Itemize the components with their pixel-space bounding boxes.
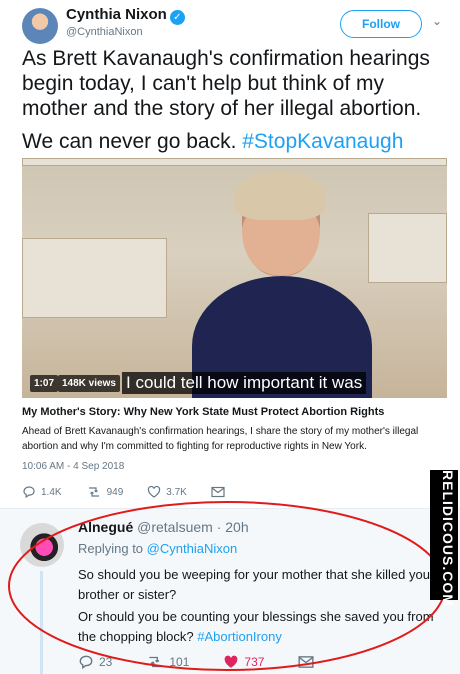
shelf xyxy=(22,158,447,166)
reply-time[interactable]: · 20h xyxy=(217,519,249,535)
avatar[interactable] xyxy=(22,8,58,44)
reply-author-name[interactable]: Alnegué xyxy=(78,519,133,535)
reply-like-count: 737 xyxy=(244,655,265,669)
author-name[interactable]: Cynthia Nixon ✓ xyxy=(66,6,185,25)
reply-actions: 23 101 737 xyxy=(78,652,348,672)
speaker-hair xyxy=(234,172,326,220)
reply-author[interactable]: Alnegué @retalsuem · 20h xyxy=(78,519,249,535)
video-player[interactable]: 1:07 148K views I could tell how importa… xyxy=(22,158,447,398)
reply-reply-button[interactable]: 23 xyxy=(78,654,112,670)
reply-text-line: So should you be weeping for your mother… xyxy=(78,567,435,602)
author-handle[interactable]: @CynthiaNixon xyxy=(66,26,143,38)
tweet-text-prefix: We can never go back. xyxy=(22,130,237,153)
tweet-actions: 1.4K 949 3.7K xyxy=(22,482,249,502)
video-time: 1:07 xyxy=(30,375,59,392)
video-views: 148K views xyxy=(58,375,120,392)
follow-button[interactable]: Follow xyxy=(340,10,422,38)
reply-reply-count: 23 xyxy=(99,655,113,669)
reply-tweet[interactable]: Alnegué @retalsuem · 20h Replying to @Cy… xyxy=(0,509,460,674)
verified-icon: ✓ xyxy=(169,10,185,25)
retweet-icon xyxy=(86,485,102,499)
message-icon xyxy=(211,486,225,498)
hashtag-link[interactable]: #StopKavanaugh xyxy=(242,130,403,153)
message-icon xyxy=(298,655,314,669)
reply-text: So should you be weeping for your mother… xyxy=(78,565,448,647)
retweet-count: 949 xyxy=(106,486,124,498)
author-name-text[interactable]: Cynthia Nixon xyxy=(66,6,167,23)
replying-prefix: Replying to xyxy=(78,541,144,556)
timestamp[interactable]: 10:06 AM - 4 Sep 2018 xyxy=(22,461,124,472)
reply-icon xyxy=(78,654,94,670)
reply-like-button[interactable]: 737 xyxy=(223,654,264,670)
reply-retweet-count: 101 xyxy=(169,655,190,669)
tweet-text: As Brett Kavanaugh's confirmation hearin… xyxy=(22,46,454,154)
retweet-icon xyxy=(146,654,164,670)
shelf xyxy=(368,213,447,283)
speaker xyxy=(192,172,372,398)
retweet-button[interactable]: 949 xyxy=(86,485,124,499)
reply-avatar[interactable] xyxy=(20,523,64,567)
reply-retweet-button[interactable]: 101 xyxy=(146,654,189,670)
watermark: RELIDICOUS.COM xyxy=(430,470,458,607)
thread-line xyxy=(40,571,43,674)
shelf xyxy=(22,238,167,318)
reply-icon xyxy=(22,485,36,499)
direct-message-button[interactable] xyxy=(211,486,225,498)
card-description: Ahead of Brett Kavanaugh's confirmation … xyxy=(22,426,419,452)
tweet-text-line: We can never go back. #StopKavanaugh xyxy=(22,129,454,154)
like-count: 3.7K xyxy=(166,486,187,498)
reply-hashtag-link[interactable]: #AbortionIrony xyxy=(197,629,282,644)
like-button[interactable]: 3.7K xyxy=(147,485,187,499)
watermark-text: RELIDICOUS.COM xyxy=(440,470,456,607)
tweet-text-line: As Brett Kavanaugh's confirmation hearin… xyxy=(22,47,430,120)
reply-count: 1.4K xyxy=(41,486,62,498)
like-icon xyxy=(223,654,239,670)
like-icon xyxy=(147,485,161,499)
chevron-down-icon[interactable]: ⌄ xyxy=(432,14,442,28)
replying-to: Replying to @CynthiaNixon xyxy=(78,541,237,556)
reply-author-handle[interactable]: @retalsuem xyxy=(137,519,213,535)
card-title[interactable]: My Mother's Story: Why New York State Mu… xyxy=(22,406,447,418)
reply-button[interactable]: 1.4K xyxy=(22,485,62,499)
reply-message-button[interactable] xyxy=(298,655,314,669)
reply-text-line: Or should you be counting your blessings… xyxy=(78,607,448,647)
replying-to-link[interactable]: @CynthiaNixon xyxy=(147,541,238,556)
video-caption: I could tell how important it was xyxy=(122,372,367,394)
